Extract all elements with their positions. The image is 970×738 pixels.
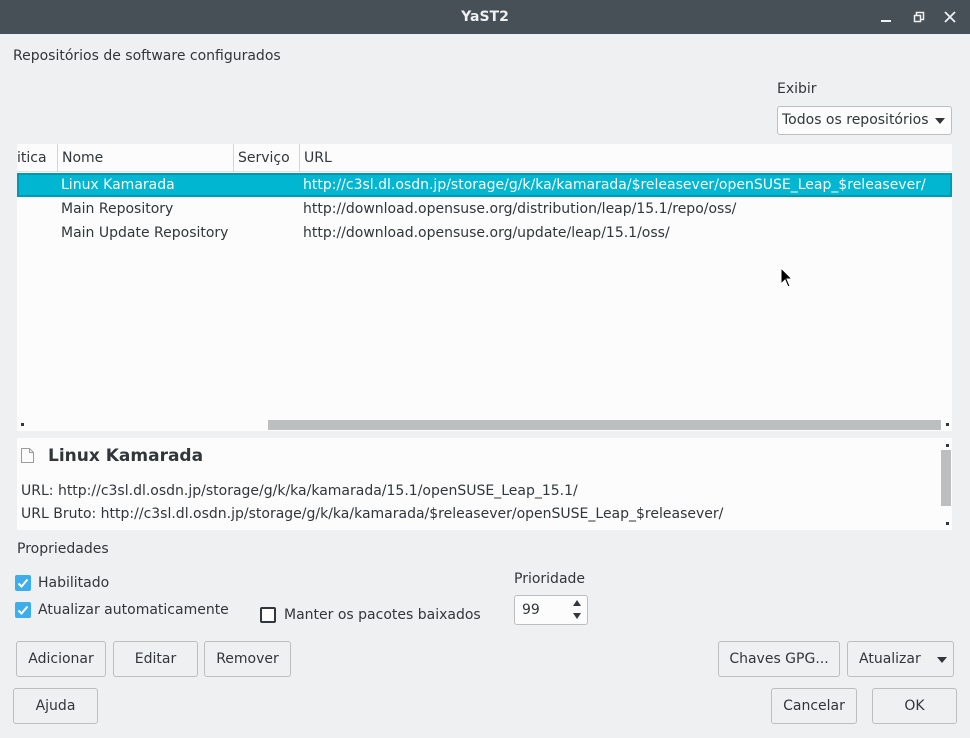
enabled-label[interactable]: Habilitado (38, 575, 109, 591)
filter-selected-value: Todos os repositórios (782, 112, 929, 128)
column-header-name[interactable]: Nome (58, 144, 234, 172)
page-title: Repositórios de software configurados (13, 48, 281, 64)
row-name: Linux Kamarada (61, 177, 175, 193)
priority-value[interactable]: 99 (522, 596, 540, 624)
close-icon[interactable] (941, 8, 959, 26)
ok-button[interactable]: OK (872, 688, 957, 724)
refresh-button-label: Atualizar (859, 651, 921, 667)
maximize-icon[interactable] (910, 8, 928, 26)
vertical-scrollbar-thumb[interactable] (941, 450, 951, 506)
gpg-keys-button[interactable]: Chaves GPG... (718, 641, 840, 677)
scroll-up-icon[interactable] (946, 444, 949, 447)
row-url: http://c3sl.dl.osdn.jp/storage/g/k/ka/ka… (303, 177, 926, 193)
row-url: http://download.opensuse.org/distributio… (303, 201, 737, 217)
chevron-down-icon (935, 118, 945, 124)
column-header-service[interactable]: Serviço (234, 144, 300, 172)
horizontal-scrollbar-thumb[interactable] (268, 420, 941, 430)
edit-button[interactable]: Editar (113, 641, 198, 677)
scroll-left-icon[interactable] (21, 423, 24, 426)
help-button[interactable]: Ajuda (13, 688, 98, 724)
keep-packages-label[interactable]: Manter os pacotes baixados (284, 607, 481, 623)
scroll-right-icon[interactable] (946, 423, 949, 426)
window-title: YaST2 (461, 9, 509, 25)
auto-refresh-label[interactable]: Atualizar automaticamente (38, 602, 229, 618)
checkmark-icon (17, 578, 29, 588)
detail-raw-url: URL Bruto: http://c3sl.dl.osdn.jp/storag… (21, 506, 724, 522)
cancel-button[interactable]: Cancelar (771, 688, 857, 724)
auto-refresh-checkbox[interactable] (15, 602, 31, 618)
minimize-icon[interactable] (877, 8, 895, 26)
row-name: Main Update Repository (61, 225, 229, 241)
scroll-down-icon[interactable] (946, 522, 949, 525)
table-row[interactable]: Linux Kamarada http://c3sl.dl.osdn.jp/st… (17, 173, 952, 197)
repository-table[interactable]: itica Nome Serviço URL Linux Kamarada ht… (17, 144, 952, 431)
checkmark-icon (17, 605, 29, 615)
detail-repository-name: Linux Kamarada (48, 446, 204, 466)
row-name: Main Repository (61, 201, 174, 217)
add-button[interactable]: Adicionar (16, 641, 106, 677)
filter-label: Exibir (777, 81, 817, 97)
column-header-url[interactable]: URL (300, 144, 952, 172)
title-bar: YaST2 (0, 0, 970, 34)
table-row[interactable]: Main Update Repository http://download.o… (17, 221, 952, 245)
table-header: itica Nome Serviço URL (17, 144, 952, 172)
refresh-menu-button[interactable]: Atualizar (847, 641, 954, 677)
mouse-cursor-icon (780, 267, 794, 288)
enabled-checkbox[interactable] (15, 575, 31, 591)
spin-down-icon[interactable] (573, 613, 581, 619)
priority-spinbox[interactable]: 99 (514, 595, 588, 625)
remove-button[interactable]: Remover (204, 641, 291, 677)
column-header-autorefresh[interactable]: itica (17, 144, 58, 172)
repository-details: Linux Kamarada URL: http://c3sl.dl.osdn.… (17, 438, 952, 530)
priority-label: Prioridade (514, 571, 586, 587)
detail-url: URL: http://c3sl.dl.osdn.jp/storage/g/k/… (21, 483, 578, 499)
spin-up-icon[interactable] (573, 600, 581, 606)
repository-filter-select[interactable]: Todos os repositórios (777, 106, 952, 135)
keep-packages-checkbox[interactable] (260, 607, 276, 623)
properties-label: Propriedades (17, 541, 109, 557)
row-url: http://download.opensuse.org/update/leap… (303, 225, 670, 241)
chevron-down-icon (937, 657, 947, 663)
document-icon (21, 448, 34, 463)
table-row[interactable]: Main Repository http://download.opensuse… (17, 197, 952, 221)
